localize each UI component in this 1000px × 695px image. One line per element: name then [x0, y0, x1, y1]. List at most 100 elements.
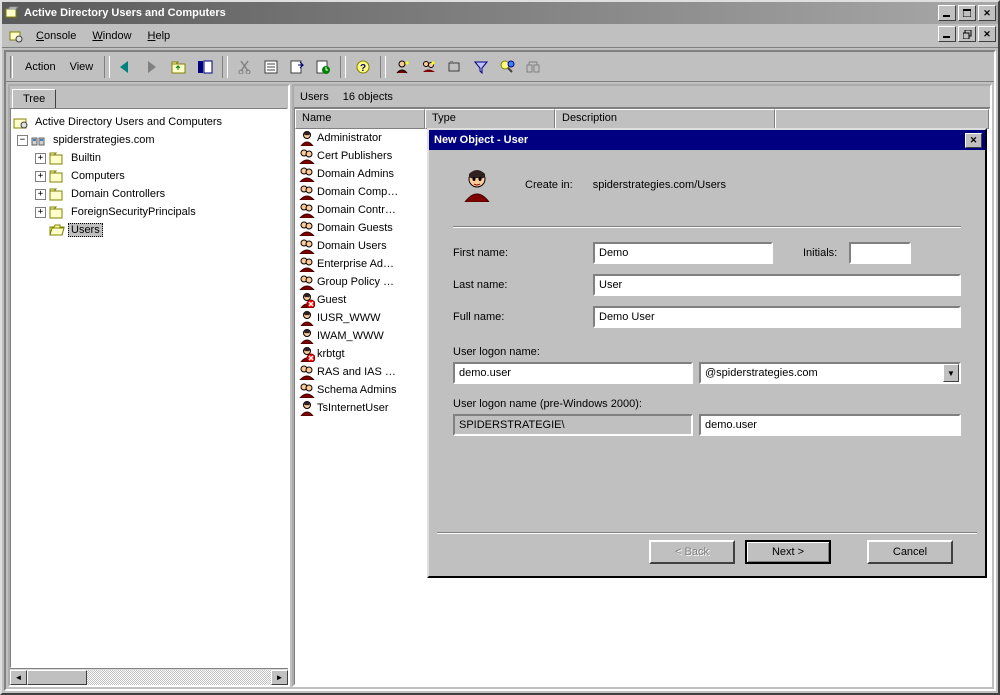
tree-root[interactable]: Active Directory Users and Computers [13, 113, 285, 131]
properties-icon[interactable] [259, 55, 283, 79]
logon-name-input[interactable] [453, 362, 693, 384]
list-column-headers: Name Type Description [295, 109, 989, 129]
menu-window[interactable]: Window [84, 28, 139, 44]
collapse-icon[interactable]: − [17, 135, 28, 146]
expand-icon[interactable]: + [35, 207, 46, 218]
list-cell-name: RAS and IAS … [295, 364, 425, 380]
tree-body[interactable]: Active Directory Users and Computers − s… [10, 108, 288, 668]
last-name-input[interactable] [593, 274, 961, 296]
dropdown-button[interactable]: ▼ [943, 364, 959, 382]
tree-tab-bar: Tree [10, 86, 288, 108]
next-button[interactable]: Next > [745, 540, 831, 564]
domain-icon[interactable] [521, 55, 545, 79]
tree-panel: Tree Active Directory Users and Computer… [8, 84, 290, 687]
logon-pre-name-input[interactable] [699, 414, 961, 436]
back-button[interactable] [115, 55, 139, 79]
tree-node[interactable]: + Domain Controllers [13, 185, 285, 203]
list-cell-name: Enterprise Ad… [295, 256, 425, 272]
expand-icon[interactable]: + [35, 189, 46, 200]
user-disabled-icon [299, 292, 315, 308]
logon-domain-select-wrap: ▼ [699, 362, 961, 384]
list-name-text: IWAM_WWW [317, 330, 384, 342]
forward-button[interactable] [141, 55, 165, 79]
mdi-minimize-button[interactable] [938, 26, 956, 42]
expand-icon[interactable]: + [35, 171, 46, 182]
menu-console[interactable]: Console [28, 28, 84, 44]
aduc-icon [13, 115, 29, 129]
tree-hscrollbar[interactable]: ◄ ► [10, 668, 288, 685]
back-button: < Back [649, 540, 735, 564]
toolbar-view[interactable]: View [64, 59, 100, 75]
scroll-track[interactable] [27, 670, 271, 685]
find-icon[interactable] [495, 55, 519, 79]
user-icon [459, 167, 495, 203]
dialog-title: New Object - User [432, 134, 963, 146]
mdi-restore-button[interactable] [958, 26, 976, 42]
window-title: Active Directory Users and Computers [20, 7, 936, 19]
filter-icon[interactable] [469, 55, 493, 79]
menu-help[interactable]: Help [140, 28, 179, 44]
list-cell-name: Domain Contr… [295, 202, 425, 218]
app-window: Active Directory Users and Computers ✕ C… [0, 0, 1000, 695]
tree-node[interactable]: +ForeignSecurityPrincipals [13, 203, 285, 221]
col-type[interactable]: Type [425, 109, 555, 129]
maximize-button[interactable] [958, 5, 976, 21]
first-name-input[interactable] [593, 242, 773, 264]
initials-input[interactable] [849, 242, 911, 264]
tree-domain[interactable]: − spiderstrategies.com [13, 131, 285, 149]
logon-pre-domain-input [453, 414, 693, 436]
tree-node[interactable]: Users [13, 221, 285, 239]
list-cell-name: Schema Admins [295, 382, 425, 398]
group-icon [299, 220, 315, 236]
logon-domain-select[interactable] [699, 362, 961, 384]
list-header-bar: Users 16 objects [294, 86, 990, 108]
export-list-icon[interactable] [285, 55, 309, 79]
list-cell-name: IWAM_WWW [295, 328, 425, 344]
dialog-body: Create in: spiderstrategies.com/Users Fi… [429, 150, 985, 532]
list-name-text: Guest [317, 294, 346, 306]
svg-text:?: ? [360, 63, 366, 74]
first-name-row: First name: Initials: [453, 242, 961, 264]
new-group-icon[interactable] [417, 55, 441, 79]
list-name-text: Cert Publishers [317, 150, 392, 162]
scroll-thumb[interactable] [27, 670, 87, 685]
scroll-right-button[interactable]: ► [271, 670, 288, 685]
list-name-text: Schema Admins [317, 384, 396, 396]
create-in-row: Create in: spiderstrategies.com/Users [453, 160, 961, 210]
domain-node-icon [31, 133, 47, 147]
group-icon [299, 238, 315, 254]
tree-tab[interactable]: Tree [12, 89, 56, 110]
toolbar-grip [10, 56, 13, 78]
cancel-button[interactable]: Cancel [867, 540, 953, 564]
list-cell-name: Domain Guests [295, 220, 425, 236]
new-ou-icon[interactable] [443, 55, 467, 79]
col-desc[interactable]: Description [555, 109, 775, 129]
full-name-input[interactable] [593, 306, 961, 328]
toolbar-sep [380, 56, 386, 78]
group-icon [299, 382, 315, 398]
user-icon [299, 400, 315, 416]
dialog-close-button[interactable]: ✕ [965, 133, 982, 148]
tree-node[interactable]: +Computers [13, 167, 285, 185]
expand-icon[interactable]: + [35, 153, 46, 164]
toolbar-action[interactable]: Action [19, 59, 62, 75]
cut-icon[interactable] [233, 55, 257, 79]
menu-console-label: onsole [44, 30, 76, 42]
new-user-icon[interactable] [391, 55, 415, 79]
close-button[interactable]: ✕ [978, 5, 996, 21]
tree-node[interactable]: +Builtin [13, 149, 285, 167]
show-hide-tree-button[interactable] [193, 55, 217, 79]
col-name[interactable]: Name [295, 109, 425, 129]
scroll-left-button[interactable]: ◄ [10, 670, 27, 685]
list-cell-name: Cert Publishers [295, 148, 425, 164]
up-folder-button[interactable] [167, 55, 191, 79]
help-icon[interactable]: ? [351, 55, 375, 79]
tree-node-label: Domain Controllers [68, 187, 168, 201]
menubar: Console Window Help ✕ [2, 24, 998, 48]
refresh-icon[interactable] [311, 55, 335, 79]
group-icon [299, 364, 315, 380]
last-name-label: Last name: [453, 279, 593, 291]
mdi-close-button[interactable]: ✕ [978, 26, 996, 42]
minimize-button[interactable] [938, 5, 956, 21]
col-empty [775, 109, 989, 129]
